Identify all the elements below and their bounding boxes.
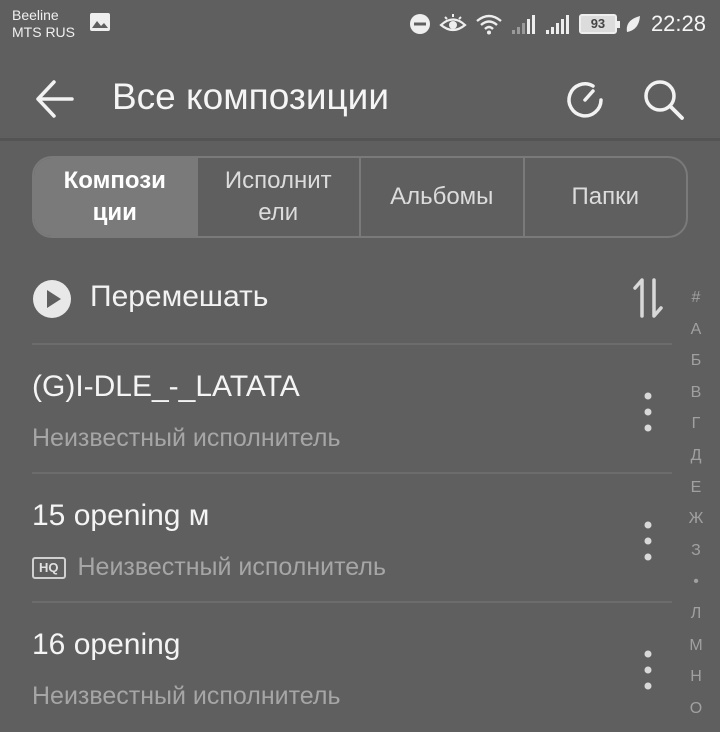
tab-folders[interactable]: Папки xyxy=(522,158,687,236)
image-icon xyxy=(90,13,110,31)
song-artist-row: Неизвестный исполнитель xyxy=(32,424,341,453)
category-tabs: Компози ции Исполнит ели Альбомы Папки xyxy=(32,156,688,238)
song-artist: Неизвестный исполнитель xyxy=(32,682,341,710)
index-letter[interactable]: Н xyxy=(680,661,712,693)
list-item[interactable]: 15 opening м HQ Неизвестный исполнитель xyxy=(0,475,672,603)
list-item[interactable]: 16 opening Неизвестный исполнитель xyxy=(0,604,672,732)
clock: 22:28 xyxy=(650,11,706,36)
index-letter[interactable]: Г xyxy=(680,408,712,440)
more-options-icon[interactable] xyxy=(638,519,658,563)
shuffle-row[interactable]: Перемешать xyxy=(0,266,672,338)
tab-albums[interactable]: Альбомы xyxy=(359,158,523,236)
tab-label: Исполнит ели xyxy=(224,167,332,226)
index-letter[interactable]: О xyxy=(680,693,712,725)
index-letter[interactable]: Д xyxy=(680,440,712,472)
signal-icon xyxy=(511,15,535,34)
song-artist-row: HQ Неизвестный исполнитель xyxy=(32,553,386,582)
index-letter[interactable]: • xyxy=(680,566,712,598)
tab-label: Компози ции xyxy=(63,167,166,226)
song-title: 15 opening м xyxy=(32,499,210,532)
play-icon xyxy=(33,280,71,318)
index-letter[interactable]: А xyxy=(680,314,712,346)
song-artist: Неизвестный исполнитель xyxy=(77,553,387,581)
sort-icon[interactable] xyxy=(632,276,664,320)
index-letter[interactable]: Б xyxy=(680,345,712,377)
eye-comfort-icon xyxy=(439,14,467,32)
carrier-1: Beeline xyxy=(12,7,59,23)
battery-icon: 93 xyxy=(578,14,620,34)
app-bar: Все композиции xyxy=(0,48,720,140)
refresh-icon[interactable] xyxy=(563,78,607,122)
tab-artists[interactable]: Исполнит ели xyxy=(195,158,360,236)
index-letter[interactable]: В xyxy=(680,377,712,409)
more-options-icon[interactable] xyxy=(638,648,658,692)
song-artist-row: Неизвестный исполнитель xyxy=(32,682,341,711)
divider xyxy=(32,343,672,345)
tab-label: Альбомы xyxy=(390,183,494,210)
app-bar-divider xyxy=(0,138,720,141)
status-icons: 93 22:28 xyxy=(409,10,706,38)
index-letter[interactable]: Ж xyxy=(680,503,712,535)
song-title: (G)I-DLE_-_LATATA xyxy=(32,370,300,403)
divider xyxy=(32,601,672,603)
tab-label: Папки xyxy=(571,183,640,210)
wifi-icon xyxy=(476,14,502,35)
shuffle-label: Перемешать xyxy=(90,280,269,313)
status-bar: Beeline MTS RUS 93 22:28 xyxy=(0,0,720,48)
search-icon[interactable] xyxy=(640,76,686,122)
page-title: Все композиции xyxy=(112,76,390,117)
list-item[interactable]: (G)I-DLE_-_LATATA Неизвестный исполнител… xyxy=(0,346,672,474)
song-title: 16 opening xyxy=(32,628,181,661)
hq-badge: HQ xyxy=(32,556,66,579)
more-options-icon[interactable] xyxy=(638,390,658,434)
song-artist: Неизвестный исполнитель xyxy=(32,424,341,452)
alphabet-index[interactable]: # А Б В Г Д Е Ж З • Л М Н О xyxy=(680,282,712,724)
signal-icon xyxy=(545,15,569,34)
index-letter[interactable]: Л xyxy=(680,598,712,630)
divider xyxy=(32,472,672,474)
do-not-disturb-icon xyxy=(409,14,430,34)
tab-compositions[interactable]: Компози ции xyxy=(34,158,196,236)
leaf-icon xyxy=(626,16,640,32)
index-letter[interactable]: # xyxy=(680,282,712,314)
carrier-2: MTS RUS xyxy=(12,24,75,40)
back-arrow-icon[interactable] xyxy=(34,78,76,120)
index-letter[interactable]: Е xyxy=(680,472,712,504)
index-letter[interactable]: З xyxy=(680,535,712,567)
index-letter[interactable]: М xyxy=(680,630,712,662)
carrier-info: Beeline MTS RUS xyxy=(12,7,75,41)
